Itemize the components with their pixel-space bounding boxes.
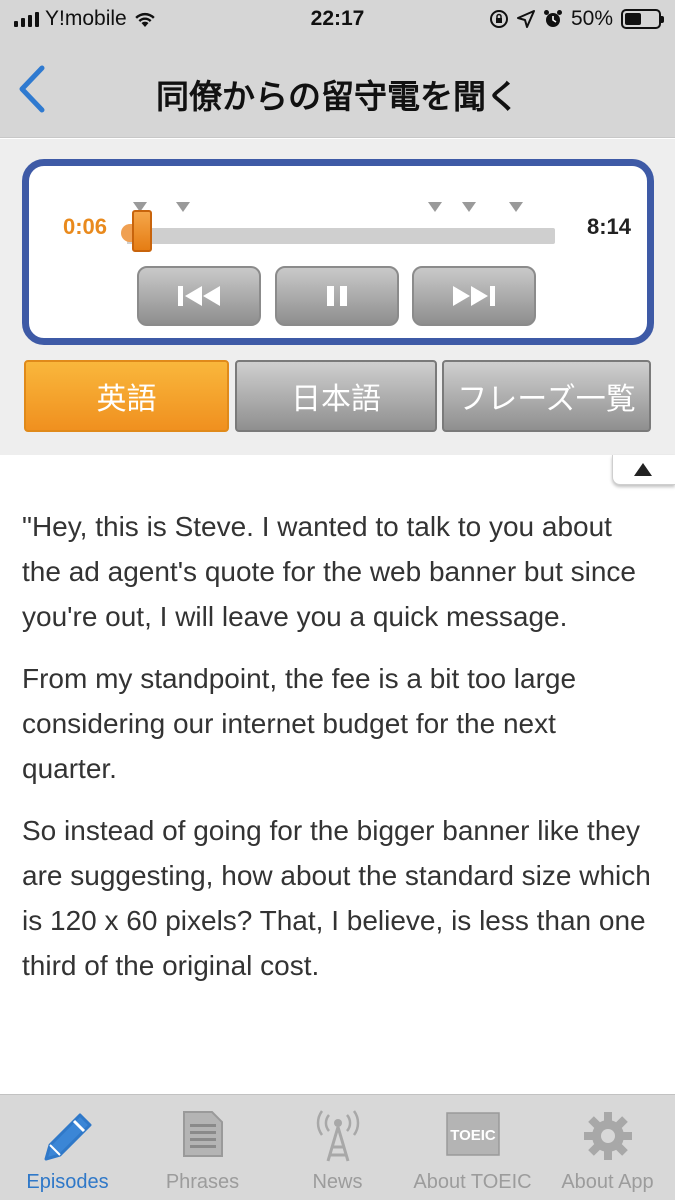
alarm-icon [543, 10, 562, 27]
battery-fill [625, 13, 641, 25]
chapter-marker [428, 202, 443, 212]
tabbar-label: About App [561, 1171, 654, 1193]
tab-phrase-list[interactable]: フレーズ一覧 [442, 360, 651, 432]
tabbar-label: News [312, 1171, 363, 1193]
audio-player: 0:06 8:14 [22, 159, 654, 345]
transcript-text: "Hey, this is Steve. I wanted to talk to… [22, 504, 652, 1084]
battery-percent: 50% [570, 7, 613, 30]
pencil-icon [44, 1113, 91, 1161]
pause-button[interactable] [275, 266, 399, 326]
triangle-up-icon [634, 463, 652, 476]
back-button[interactable] [14, 62, 54, 116]
toeic-logo-icon: TOEIC [445, 1112, 500, 1156]
page-title: 同僚からの留守電を聞く [156, 78, 519, 115]
tabbar-label: Phrases [165, 1171, 240, 1193]
total-time: 8:14 [586, 214, 631, 239]
fast-forward-button[interactable] [412, 266, 536, 326]
tab-english[interactable]: 英語 [24, 360, 229, 432]
tabbar-item-news[interactable]: News [270, 1095, 405, 1200]
seek-track[interactable] [127, 228, 555, 244]
tabbar-item-about-toeic[interactable]: TOEIC About TOEIC [405, 1095, 540, 1200]
tabbar-label: About TOEIC [413, 1171, 532, 1193]
status-right-group: 50% [489, 7, 664, 31]
battery-icon [621, 9, 664, 29]
tab-japanese[interactable]: 日本語 [235, 360, 437, 432]
chapter-marker [462, 202, 477, 212]
collapse-button[interactable] [612, 455, 675, 485]
current-time: 0:06 [63, 214, 108, 239]
chapter-marker [175, 202, 190, 212]
transcript-paragraph: From my standpoint, the fee is a bit too… [22, 663, 577, 784]
location-icon [516, 10, 535, 28]
seek-thumb[interactable] [132, 210, 153, 252]
tabbar-item-about-app[interactable]: About App [540, 1095, 675, 1200]
document-icon [182, 1111, 223, 1157]
transcript-paragraph: So instead of going for the bigger banne… [22, 815, 651, 981]
chevron-left-icon [19, 65, 45, 113]
rewind-button[interactable] [137, 266, 261, 326]
broadcast-tower-icon [316, 1110, 359, 1162]
navigation-bar: 同僚からの留守電を聞く [0, 40, 675, 138]
tabbar-item-episodes[interactable]: Episodes [0, 1095, 135, 1200]
fast-forward-icon [453, 286, 495, 306]
gear-icon [583, 1112, 632, 1160]
bottom-tab-bar: Episodes Phrases News TOEIC About TOEIC [0, 1094, 675, 1200]
pause-icon [327, 286, 347, 306]
transcript-paragraph: "Hey, this is Steve. I wanted to talk to… [22, 511, 637, 632]
toeic-logo-text: TOEIC [450, 1127, 496, 1144]
orientation-lock-icon [489, 10, 508, 28]
tabbar-label: Episodes [26, 1171, 109, 1193]
status-bar: Y!mobile 22:17 50% [0, 0, 675, 40]
tabbar-item-phrases[interactable]: Phrases [135, 1095, 270, 1200]
chapter-marker [509, 202, 524, 212]
rewind-icon [178, 286, 220, 306]
